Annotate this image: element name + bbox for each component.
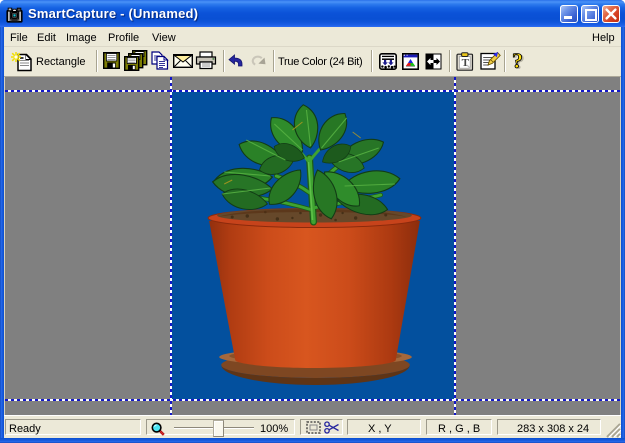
svg-text:?: ?	[512, 51, 523, 73]
